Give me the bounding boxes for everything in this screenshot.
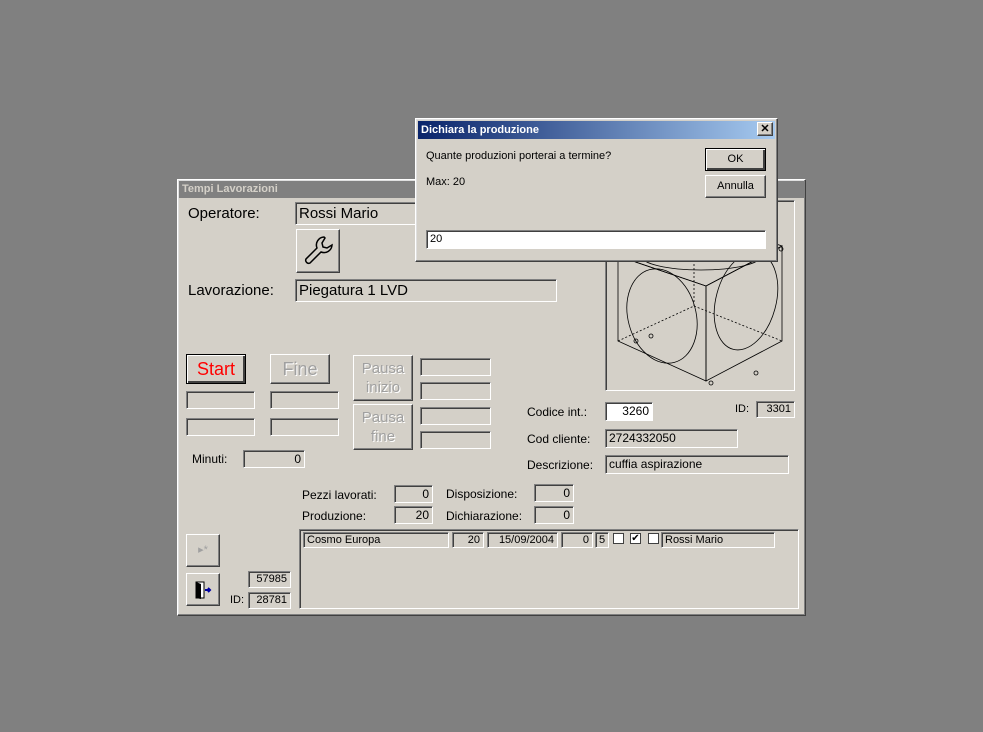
disposizione-field: 0 xyxy=(534,484,574,502)
row-val[interactable]: 0 xyxy=(561,532,593,548)
row-checkbox-1[interactable] xyxy=(613,533,624,544)
descrizione-field[interactable]: cuffia aspirazione xyxy=(605,455,789,474)
pausa-inizio-label-2: inizio xyxy=(365,379,401,396)
bottom-id-label: ID: xyxy=(230,594,245,606)
pausa-inizio-label-1: Pausa xyxy=(361,360,405,377)
annulla-button-label: Annulla xyxy=(717,180,754,192)
minuti-label: Minuti: xyxy=(192,452,228,466)
record-number-field: 57985 xyxy=(248,571,291,588)
bottom-id-field: 28781 xyxy=(248,592,291,609)
row-n[interactable]: 5 xyxy=(595,532,609,548)
row-checkbox-3[interactable] xyxy=(648,533,659,544)
operatore-label: Operatore: xyxy=(188,205,260,222)
dialog-question: Quante produzioni porterai a termine? xyxy=(426,150,612,162)
new-record-icon: ▸* xyxy=(198,544,208,556)
start-button[interactable]: Start xyxy=(186,354,246,384)
exit-door-icon xyxy=(195,581,212,599)
new-record-button[interactable]: ▸* xyxy=(186,534,220,567)
row-data[interactable]: 15/09/2004 xyxy=(487,532,558,548)
pausa-inizio-field-2[interactable] xyxy=(420,382,491,400)
check-icon: ✔ xyxy=(631,533,640,544)
pausa-fine-field-2[interactable] xyxy=(420,431,491,449)
row-cliente[interactable]: Cosmo Europa xyxy=(303,532,449,548)
start-time-field-1[interactable] xyxy=(186,391,255,409)
dialog-max-text: Max: 20 xyxy=(426,176,466,188)
pausa-inizio-button[interactable]: Pausa inizio xyxy=(353,355,413,401)
annulla-button[interactable]: Annulla xyxy=(705,175,766,198)
close-icon: ✕ xyxy=(760,123,770,135)
produzione-field: 20 xyxy=(394,506,433,524)
cod-cliente-label: Cod cliente: xyxy=(527,432,591,446)
pausa-fine-field-1[interactable] xyxy=(420,407,491,425)
lavorazione-label: Lavorazione: xyxy=(188,282,274,299)
produzione-label: Produzione: xyxy=(302,509,367,523)
fine-time-field-2[interactable] xyxy=(270,418,339,436)
main-window-title: Tempi Lavorazioni xyxy=(182,183,278,195)
exit-button[interactable] xyxy=(186,573,220,606)
row-operatore[interactable]: Rossi Mario xyxy=(661,532,775,548)
start-time-field-2[interactable] xyxy=(186,418,255,436)
lavorazione-field[interactable]: Piegatura 1 LVD xyxy=(295,279,557,302)
tool-button[interactable] xyxy=(296,229,340,273)
operatore-field[interactable]: Rossi Mario xyxy=(295,202,420,225)
disposizione-label: Disposizione: xyxy=(446,487,518,501)
dialog-input[interactable]: 20 xyxy=(426,230,766,249)
fine-button[interactable]: Fine xyxy=(270,354,330,384)
dialog-close-button[interactable]: ✕ xyxy=(757,122,773,136)
fine-button-label: Fine xyxy=(282,359,318,379)
dialog-titlebar: Dichiara la produzione xyxy=(418,121,775,139)
id-field: 3301 xyxy=(756,401,795,418)
pausa-fine-button[interactable]: Pausa fine xyxy=(353,404,413,450)
dialog-title: Dichiara la produzione xyxy=(421,124,539,136)
dichiarazione-label: Dichiarazione: xyxy=(446,509,523,523)
id-label: ID: xyxy=(735,403,750,415)
pezzi-lavorati-label: Pezzi lavorati: xyxy=(302,488,377,502)
start-button-label: Start xyxy=(196,359,235,379)
pausa-inizio-field-1[interactable] xyxy=(420,358,491,376)
minuti-field[interactable]: 0 xyxy=(243,450,305,468)
row-qty[interactable]: 20 xyxy=(452,532,484,548)
pausa-fine-label-2: fine xyxy=(370,428,396,445)
descrizione-label: Descrizione: xyxy=(527,458,594,472)
codice-int-field[interactable]: 3260 xyxy=(605,402,653,421)
cod-cliente-field[interactable]: 2724332050 xyxy=(605,429,738,448)
fine-time-field-1[interactable] xyxy=(270,391,339,409)
ok-button-label: OK xyxy=(727,153,744,165)
pausa-fine-label-1: Pausa xyxy=(361,409,405,426)
dichiarazione-field: 0 xyxy=(534,506,574,524)
wrench-icon xyxy=(304,236,333,265)
ok-button[interactable]: OK xyxy=(705,148,766,171)
codice-int-label: Codice int.: xyxy=(527,405,588,419)
pezzi-lavorati-field: 0 xyxy=(394,485,433,503)
row-checkbox-2[interactable]: ✔ xyxy=(630,533,641,544)
